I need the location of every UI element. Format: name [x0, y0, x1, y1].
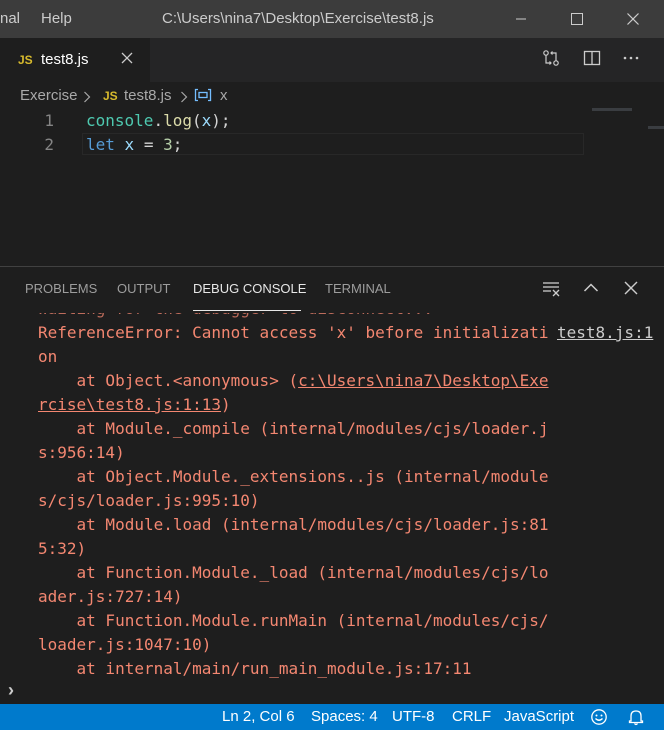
stack-line: at Function.Module._load (internal/modul…	[38, 563, 549, 582]
line-number: 2	[44, 135, 54, 154]
window-title: C:\Users\nina7\Desktop\Exercise\test8.js	[162, 10, 434, 27]
menu-help[interactable]: Help	[41, 10, 72, 27]
line-number: 1	[44, 111, 54, 130]
cursor-position[interactable]: Ln 2, Col 6	[222, 708, 295, 725]
title-bar: nal Help C:\Users\nina7\Desktop\Exercise…	[0, 0, 664, 38]
stack-line: s/cjs/loader.js:995:10)	[38, 491, 260, 510]
js-file-icon: JS	[18, 53, 33, 67]
tab-close-icon[interactable]	[120, 51, 134, 70]
breadcrumb: Exercise JS test8.js x	[0, 82, 664, 108]
overview-ruler-cursor	[648, 126, 664, 129]
console-error: on	[38, 347, 58, 366]
chevron-right-icon	[83, 90, 91, 107]
stack-line: at internal/main/run_main_module.js:17:1…	[38, 659, 472, 678]
compare-changes-icon[interactable]	[542, 49, 560, 72]
breadcrumb-folder[interactable]: Exercise	[20, 87, 78, 104]
tab-output[interactable]: OUTPUT	[117, 281, 170, 296]
language-mode[interactable]: JavaScript	[504, 708, 574, 725]
tab-test8-js[interactable]: JS test8.js	[0, 38, 150, 82]
split-editor-icon[interactable]	[583, 49, 601, 72]
more-actions-icon[interactable]	[622, 49, 640, 72]
stack-line: at Object.<anonymous> (c:\Users\nina7\De…	[38, 371, 549, 390]
status-bar: Ln 2, Col 6 Spaces: 4 UTF-8 CRLF JavaScr…	[0, 704, 664, 730]
minimize-icon[interactable]	[498, 0, 544, 38]
menu-terminal[interactable]: nal	[0, 10, 20, 27]
console-input[interactable]: ›	[0, 680, 664, 704]
js-file-icon: JS	[103, 89, 118, 103]
file-path-link[interactable]: rcise\test8.js:1:13	[38, 395, 221, 414]
stack-line: ader.js:727:14)	[38, 587, 183, 606]
feedback-icon[interactable]	[590, 708, 608, 730]
code-line[interactable]: console.log(x);	[86, 111, 231, 130]
source-link[interactable]: test8.js:1	[557, 321, 653, 345]
stack-line: s:956:14)	[38, 443, 125, 462]
tab-label: test8.js	[41, 51, 89, 68]
active-tab-indicator	[193, 310, 301, 311]
stack-line: at Module.load (internal/modules/cjs/loa…	[38, 515, 549, 534]
code-line[interactable]: let x = 3;	[86, 135, 182, 154]
minimap[interactable]	[592, 108, 632, 111]
maximize-icon[interactable]	[554, 0, 600, 38]
stack-line: at Function.Module.runMain (internal/mod…	[38, 611, 549, 630]
chevron-right-icon	[180, 90, 188, 107]
chevron-up-icon[interactable]	[582, 279, 600, 302]
tab-problems[interactable]: PROBLEMS	[25, 281, 97, 296]
code-editor[interactable]: 1 console.log(x); 2 let x = 3;	[0, 108, 664, 266]
tab-debug-console[interactable]: DEBUG CONSOLE	[193, 281, 306, 296]
close-panel-icon[interactable]	[622, 279, 640, 302]
variable-icon	[194, 88, 212, 106]
encoding[interactable]: UTF-8	[392, 708, 435, 725]
tab-terminal[interactable]: TERMINAL	[325, 281, 391, 296]
stack-line: at Module._compile (internal/modules/cjs…	[38, 419, 549, 438]
editor-tab-bar: JS test8.js	[0, 38, 664, 82]
stack-line: at Object.Module._extensions..js (intern…	[38, 467, 549, 486]
bell-icon[interactable]	[628, 708, 644, 730]
breadcrumb-symbol[interactable]: x	[220, 87, 228, 104]
close-icon[interactable]	[610, 0, 656, 38]
breadcrumb-file[interactable]: test8.js	[124, 87, 172, 104]
debug-console-output[interactable]: Waiting for the debugger to disconnect..…	[0, 313, 664, 681]
console-line: Waiting for the debugger to disconnect..…	[38, 313, 433, 321]
prompt-chevron-icon: ›	[8, 680, 14, 700]
stack-line: 5:32)	[38, 539, 87, 558]
stack-line: loader.js:1047:10)	[38, 635, 212, 654]
stack-line: rcise\test8.js:1:13)	[38, 395, 231, 414]
clear-console-icon[interactable]	[542, 279, 562, 302]
indentation[interactable]: Spaces: 4	[311, 708, 378, 725]
bottom-panel: PROBLEMS OUTPUT DEBUG CONSOLE TERMINAL W…	[0, 266, 664, 681]
file-path-link[interactable]: c:\Users\nina7\Desktop\Exe	[298, 371, 548, 390]
console-error: ReferenceError: Cannot access 'x' before…	[38, 323, 549, 342]
end-of-line[interactable]: CRLF	[452, 708, 491, 725]
